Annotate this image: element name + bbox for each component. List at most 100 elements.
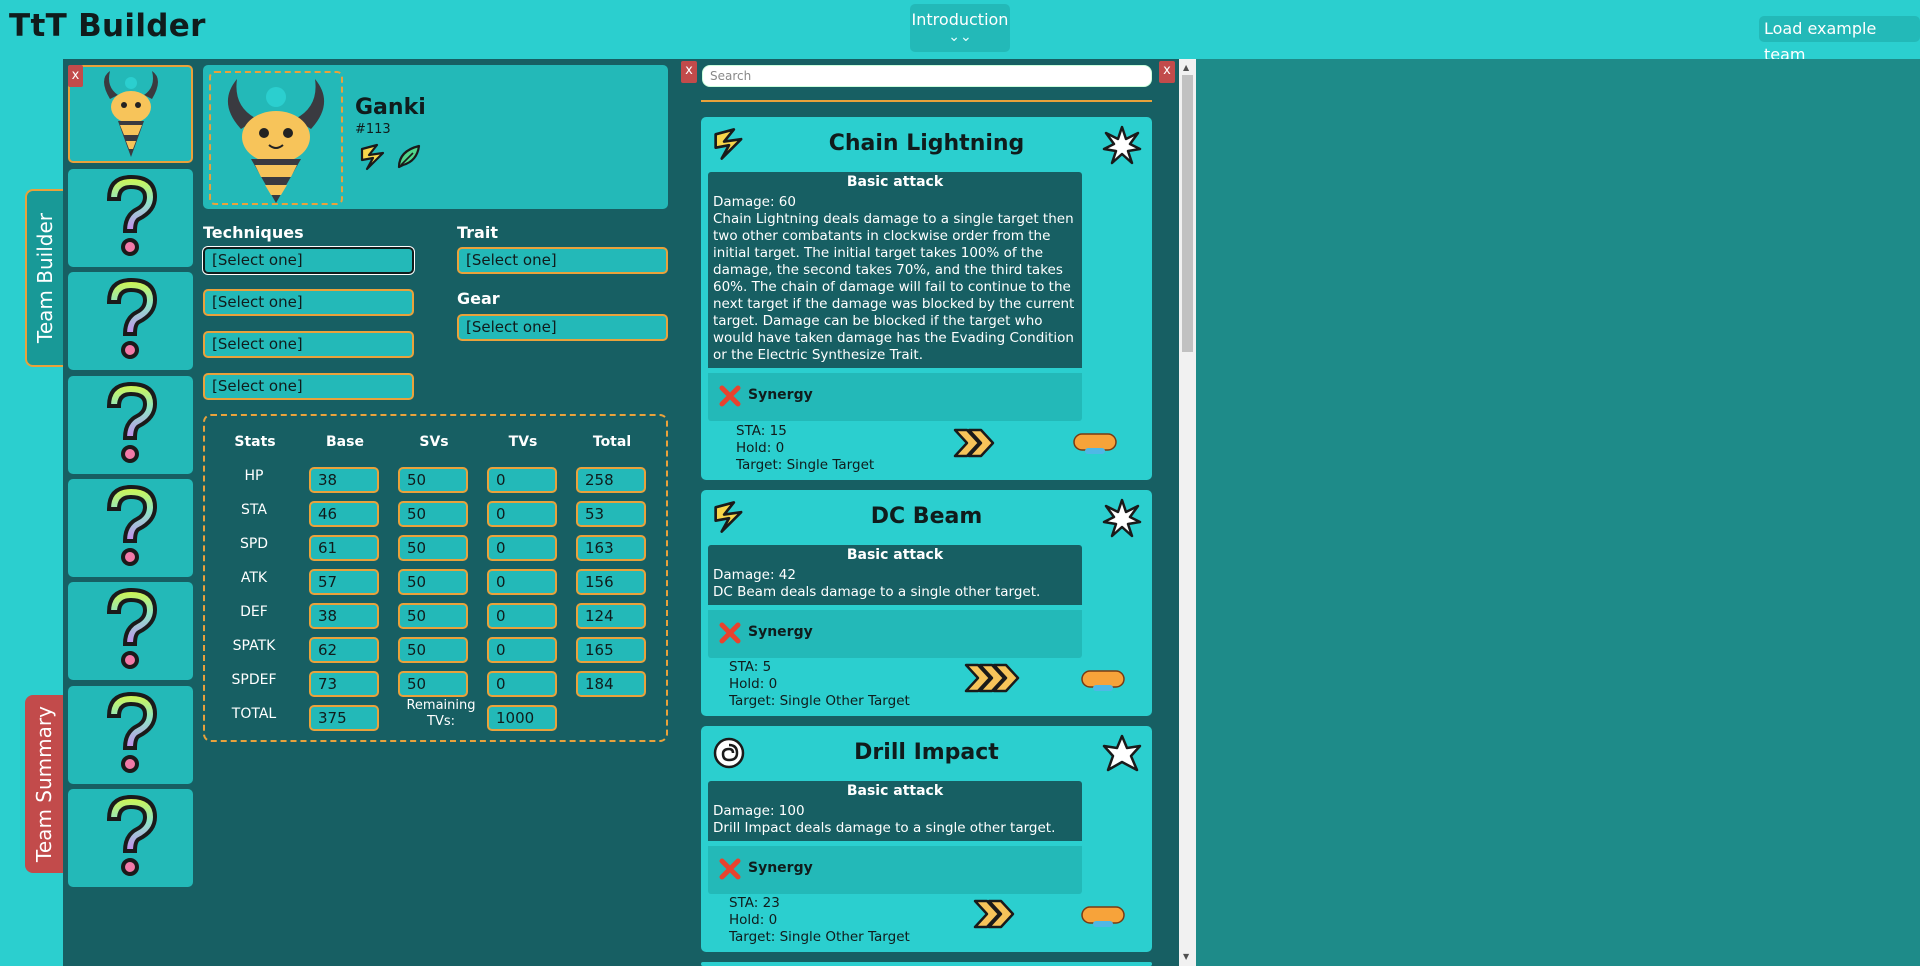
technique-stats: STA: 5 Hold: 0 Target: Single Other Targ… [729, 659, 910, 710]
scrollbar-thumb[interactable] [1182, 75, 1193, 352]
double-chevron-down-icon: ⌄⌄ [948, 29, 972, 45]
technique-sta: STA: 5 [729, 659, 772, 675]
team-slot-6[interactable] [68, 582, 193, 680]
load-example-team-button[interactable]: Load example team [1759, 16, 1920, 64]
scroll-up-arrow-icon[interactable]: ▲ [1183, 63, 1189, 72]
team-slot-4[interactable] [68, 376, 193, 474]
stat-label-sta: STA [241, 502, 267, 518]
technique-target: Target: Single Other Target [729, 929, 910, 945]
stat-total-spd: 163 [576, 535, 646, 561]
stat-tv-sta[interactable]: 0 [487, 501, 557, 527]
technique-description-box: Basic attack Damage: 42 DC Beam deals da… [708, 545, 1082, 605]
technique-category: Basic attack [846, 174, 944, 190]
stat-total-spdef: 184 [576, 671, 646, 697]
trait-select[interactable]: [Select one] [457, 247, 668, 274]
technique-description: Chain Lightning deals damage to a single… [713, 211, 1075, 363]
tab-team-summary-label: Team Summary [32, 706, 56, 862]
question-mark-icon [106, 587, 157, 669]
scroll-down-arrow-icon[interactable]: ▼ [1183, 952, 1189, 961]
stats-header-tvs: TVs [508, 434, 538, 450]
stat-sv-spdef[interactable]: 50 [398, 671, 468, 697]
gear-select[interactable]: [Select one] [457, 314, 668, 341]
tab-team-summary[interactable]: Team Summary [25, 695, 63, 873]
technique-description: Drill Impact deals damage to a single ot… [713, 820, 1056, 836]
technique-stats: STA: 15 Hold: 0 Target: Single Target [736, 423, 874, 474]
technique-target: Target: Single Other Target [729, 693, 910, 709]
remaining-tvs-label: Remaining TVs: [406, 698, 476, 729]
technique-card[interactable]: DC Beam Basic attack Damage: 42 DC Beam … [701, 490, 1152, 716]
team-slot-7[interactable] [68, 686, 193, 784]
stat-label-spdef: SPDEF [231, 672, 277, 688]
question-mark-icon [106, 381, 157, 463]
team-slot-5[interactable] [68, 479, 193, 577]
stat-sv-hp[interactable]: 50 [398, 467, 468, 493]
remove-slot-1-button[interactable]: x [68, 65, 83, 87]
stat-base-spd: 61 [309, 535, 379, 561]
electric-type-icon [360, 143, 385, 171]
stat-tv-hp[interactable]: 0 [487, 467, 557, 493]
stat-tv-spatk[interactable]: 0 [487, 637, 557, 663]
technique-card[interactable]: Chain Lightning Basic attack Damage: 60 … [701, 117, 1152, 480]
technique-card[interactable]: Drill Impact Basic attack Damage: 100 Dr… [701, 726, 1152, 952]
search-input[interactable]: Search [702, 65, 1152, 87]
stat-tv-def[interactable]: 0 [487, 603, 557, 629]
monster-number: #113 [355, 122, 391, 137]
technique-target: Target: Single Target [736, 457, 875, 473]
ganki-image-icon [227, 79, 325, 203]
priority-chevron-icon [964, 663, 1020, 693]
gear-label: Gear [457, 289, 500, 308]
stat-label-total: TOTAL [231, 706, 277, 722]
team-slot-1[interactable] [68, 65, 193, 163]
stat-tv-spdef[interactable]: 0 [487, 671, 557, 697]
technique-select-2[interactable]: [Select one] [203, 289, 414, 316]
team-slot-2[interactable] [68, 169, 193, 267]
technique-select-4[interactable]: [Select one] [203, 373, 414, 400]
ganki-portrait-icon [103, 71, 158, 157]
introduction-label: Introduction [911, 10, 1009, 29]
tab-team-builder-label: Team Builder [33, 213, 57, 343]
synergy-x-icon [719, 622, 741, 644]
temtem-logo-icon [1081, 906, 1125, 927]
question-mark-icon [106, 691, 157, 773]
stat-total-def: 124 [576, 603, 646, 629]
technique-description-box: Basic attack Damage: 100 Drill Impact de… [708, 781, 1082, 841]
stat-tv-atk[interactable]: 0 [487, 569, 557, 595]
close-builder-button[interactable]: x [681, 61, 697, 83]
technique-damage: Damage: 42 [713, 567, 796, 583]
question-mark-icon [106, 484, 157, 566]
stat-sv-def[interactable]: 50 [398, 603, 468, 629]
technique-sta: STA: 23 [729, 895, 780, 911]
introduction-button[interactable]: Introduction ⌄⌄ [910, 4, 1010, 52]
stat-sv-spatk[interactable]: 50 [398, 637, 468, 663]
synergy-x-icon [719, 858, 741, 880]
synergy-label: Synergy [748, 387, 813, 403]
stat-sv-sta[interactable]: 50 [398, 501, 468, 527]
synergy-box: Synergy [708, 610, 1082, 658]
technique-card[interactable] [701, 962, 1152, 966]
team-slot-8[interactable] [68, 789, 193, 887]
stat-sv-spd[interactable]: 50 [398, 535, 468, 561]
technique-hold: Hold: 0 [729, 912, 778, 928]
technique-select-3[interactable]: [Select one] [203, 331, 414, 358]
special-class-icon [1102, 125, 1142, 165]
monster-portrait[interactable] [209, 71, 343, 205]
stat-label-atk: ATK [240, 570, 268, 586]
tab-team-builder[interactable]: Team Builder [25, 189, 63, 367]
stat-sv-atk[interactable]: 50 [398, 569, 468, 595]
technique-hold: Hold: 0 [729, 676, 778, 692]
technique-select-1[interactable]: [Select one] [203, 247, 414, 274]
stat-tv-spd[interactable]: 0 [487, 535, 557, 561]
remaining-tvs-value: 1000 [487, 705, 557, 731]
stat-label-hp: HP [244, 468, 264, 484]
synergy-x-icon [719, 385, 741, 407]
technique-stats: STA: 23 Hold: 0 Target: Single Other Tar… [729, 895, 910, 946]
question-mark-icon [106, 794, 157, 876]
stats-table: Stats Base SVs TVs Total HP 38 50 0 258 … [203, 414, 668, 742]
close-technique-list-button[interactable]: x [1159, 61, 1175, 83]
monster-name: Ganki [355, 95, 426, 120]
technique-name: Drill Impact [854, 740, 999, 765]
stat-base-atk: 57 [309, 569, 379, 595]
synergy-label: Synergy [748, 624, 813, 640]
team-slot-3[interactable] [68, 272, 193, 370]
monster-card: Ganki #113 [203, 65, 668, 209]
